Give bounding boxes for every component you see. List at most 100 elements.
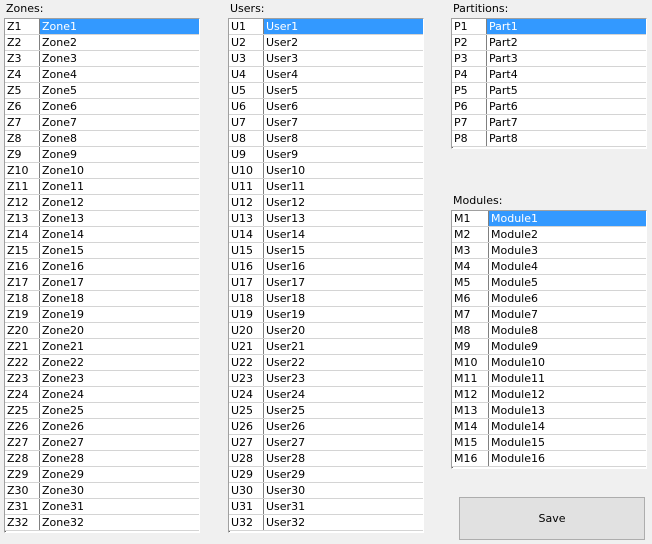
zones-name-cell[interactable]: Zone16 [40,259,199,274]
zones-name-cell[interactable]: Zone22 [40,355,199,370]
zones-id-cell[interactable]: Z8 [5,131,40,146]
users-name-cell[interactable]: User8 [264,131,423,146]
users-name-cell[interactable]: User9 [264,147,423,162]
users-id-cell[interactable]: U30 [229,483,264,498]
modules-id-cell[interactable]: M8 [452,323,489,338]
zones-name-cell[interactable]: Zone15 [40,243,199,258]
modules-id-cell[interactable]: M6 [452,291,489,306]
modules-row[interactable]: M10 Module10 [452,355,646,371]
users-name-cell[interactable]: User2 [264,35,423,50]
users-row[interactable]: U5 User5 [229,83,423,99]
users-id-cell[interactable]: U32 [229,515,264,530]
zones-name-cell[interactable]: Zone24 [40,387,199,402]
zones-name-cell[interactable]: Zone4 [40,67,199,82]
zones-name-cell[interactable]: Zone5 [40,83,199,98]
users-id-cell[interactable]: U1 [229,19,264,34]
users-name-cell[interactable]: User30 [264,483,423,498]
modules-id-cell[interactable]: M1 [452,211,489,226]
users-row[interactable]: U10 User10 [229,163,423,179]
zones-row[interactable]: Z17 Zone17 [5,275,199,291]
users-name-cell[interactable]: User7 [264,115,423,130]
zones-row[interactable]: Z21 Zone21 [5,339,199,355]
zones-row[interactable]: Z6 Zone6 [5,99,199,115]
zones-id-cell[interactable]: Z22 [5,355,40,370]
users-row[interactable]: U23 User23 [229,371,423,387]
zones-id-cell[interactable]: Z28 [5,451,40,466]
modules-row[interactable]: M6 Module6 [452,291,646,307]
zones-row[interactable]: Z24 Zone24 [5,387,199,403]
modules-name-cell[interactable]: Module8 [489,323,646,338]
users-row[interactable]: U2 User2 [229,35,423,51]
users-id-cell[interactable]: U10 [229,163,264,178]
users-id-cell[interactable]: U9 [229,147,264,162]
modules-id-cell[interactable]: M15 [452,435,489,450]
users-name-cell[interactable]: User20 [264,323,423,338]
modules-name-cell[interactable]: Module16 [489,451,646,466]
zones-id-cell[interactable]: Z32 [5,515,40,530]
users-row[interactable]: U8 User8 [229,131,423,147]
modules-name-cell[interactable]: Module14 [489,419,646,434]
users-id-cell[interactable]: U24 [229,387,264,402]
modules-name-cell[interactable]: Module11 [489,371,646,386]
users-name-cell[interactable]: User21 [264,339,423,354]
modules-name-cell[interactable]: Module1 [489,211,646,226]
users-id-cell[interactable]: U23 [229,371,264,386]
partitions-id-cell[interactable]: P7 [452,115,487,130]
users-id-cell[interactable]: U15 [229,243,264,258]
zones-id-cell[interactable]: Z6 [5,99,40,114]
users-id-cell[interactable]: U3 [229,51,264,66]
users-id-cell[interactable]: U25 [229,403,264,418]
zones-row[interactable]: Z30 Zone30 [5,483,199,499]
users-name-cell[interactable]: User15 [264,243,423,258]
users-row[interactable]: U14 User14 [229,227,423,243]
users-id-cell[interactable]: U7 [229,115,264,130]
users-name-cell[interactable]: User22 [264,355,423,370]
users-id-cell[interactable]: U14 [229,227,264,242]
partitions-name-cell[interactable]: Part2 [487,35,646,50]
users-id-cell[interactable]: U6 [229,99,264,114]
users-row[interactable]: U12 User12 [229,195,423,211]
zones-id-cell[interactable]: Z21 [5,339,40,354]
modules-id-cell[interactable]: M11 [452,371,489,386]
modules-id-cell[interactable]: M9 [452,339,489,354]
partitions-id-cell[interactable]: P2 [452,35,487,50]
modules-name-cell[interactable]: Module6 [489,291,646,306]
partitions-row[interactable]: P6 Part6 [452,99,646,115]
partitions-id-cell[interactable]: P1 [452,19,487,34]
users-row[interactable]: U17 User17 [229,275,423,291]
users-row[interactable]: U32 User32 [229,515,423,531]
modules-row[interactable]: M2 Module2 [452,227,646,243]
zones-row[interactable]: Z29 Zone29 [5,467,199,483]
zones-name-cell[interactable]: Zone12 [40,195,199,210]
users-name-cell[interactable]: User26 [264,419,423,434]
zones-name-cell[interactable]: Zone23 [40,371,199,386]
zones-name-cell[interactable]: Zone25 [40,403,199,418]
users-name-cell[interactable]: User31 [264,499,423,514]
users-row[interactable]: U4 User4 [229,67,423,83]
partitions-name-cell[interactable]: Part1 [487,19,646,34]
users-row[interactable]: U26 User26 [229,419,423,435]
users-name-cell[interactable]: User13 [264,211,423,226]
users-row[interactable]: U13 User13 [229,211,423,227]
partitions-row[interactable]: P4 Part4 [452,67,646,83]
modules-id-cell[interactable]: M7 [452,307,489,322]
users-name-cell[interactable]: User12 [264,195,423,210]
users-name-cell[interactable]: User11 [264,179,423,194]
modules-row[interactable]: M11 Module11 [452,371,646,387]
users-id-cell[interactable]: U4 [229,67,264,82]
zones-row[interactable]: Z13 Zone13 [5,211,199,227]
zones-name-cell[interactable]: Zone13 [40,211,199,226]
partitions-grid[interactable]: P1 Part1 P2 Part2 P3 Part3 P4 Part4 P5 Part5 P6 Par… [451,18,647,149]
partitions-row[interactable]: P3 Part3 [452,51,646,67]
zones-row[interactable]: Z9 Zone9 [5,147,199,163]
modules-id-cell[interactable]: M13 [452,403,489,418]
zones-row[interactable]: Z16 Zone16 [5,259,199,275]
users-name-cell[interactable]: User5 [264,83,423,98]
modules-row[interactable]: M4 Module4 [452,259,646,275]
zones-id-cell[interactable]: Z19 [5,307,40,322]
zones-row[interactable]: Z31 Zone31 [5,499,199,515]
partitions-row[interactable]: P2 Part2 [452,35,646,51]
zones-name-cell[interactable]: Zone18 [40,291,199,306]
users-name-cell[interactable]: User10 [264,163,423,178]
zones-id-cell[interactable]: Z30 [5,483,40,498]
